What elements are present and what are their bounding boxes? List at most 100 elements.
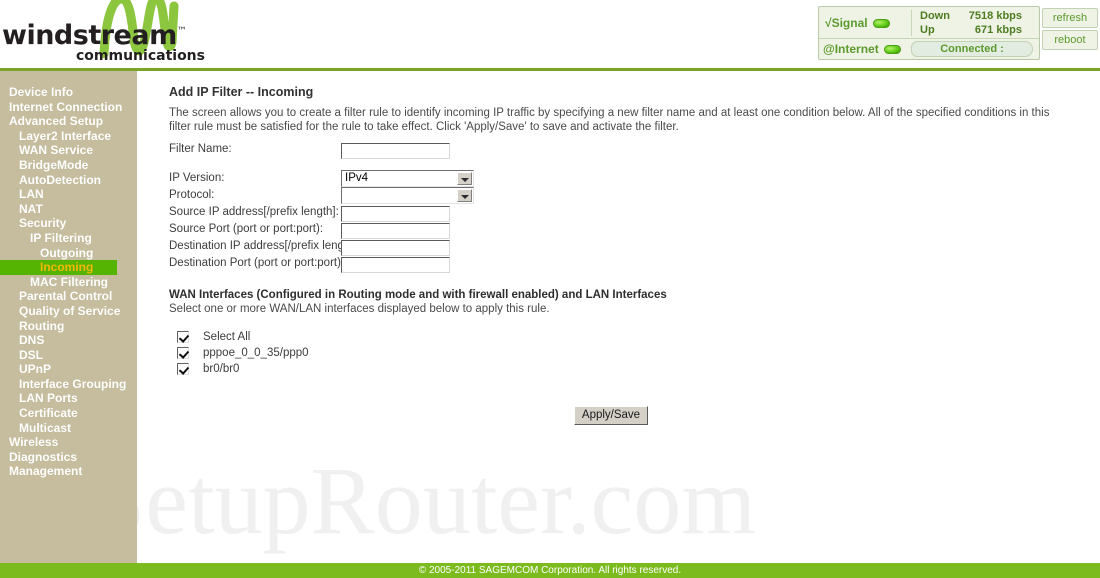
- checkbox-select-all[interactable]: [177, 331, 189, 343]
- sidebar-item-parental-control[interactable]: Parental Control: [0, 289, 137, 304]
- checkbox-pppoe-0-0-35-ppp0[interactable]: [177, 347, 189, 359]
- sidebar-item-bridgemode[interactable]: BridgeMode: [0, 158, 137, 173]
- field-label: Source IP address[/prefix length]:: [169, 206, 339, 218]
- sidebar-item-outgoing[interactable]: Outgoing: [0, 246, 137, 261]
- filter-name-input[interactable]: [341, 143, 450, 159]
- sidebar-item-upnp[interactable]: UPnP: [0, 362, 137, 377]
- field-control: [341, 255, 450, 273]
- reboot-button[interactable]: reboot: [1042, 30, 1098, 50]
- status-top-row: √Signal Down 7518 kbps Up 671 kbps: [819, 7, 1039, 39]
- chevron-down-icon[interactable]: [457, 172, 472, 185]
- sidebar-item-lan[interactable]: LAN: [0, 187, 137, 202]
- field-control: [341, 238, 450, 256]
- page-description: The screen allows you to create a filter…: [169, 107, 1050, 133]
- chevron-down-icon[interactable]: [457, 189, 472, 202]
- sidebar-item-incoming[interactable]: Incoming: [0, 260, 117, 275]
- speed-block: Down 7518 kbps Up 671 kbps: [916, 9, 1026, 39]
- internet-label: @Internet: [823, 42, 879, 56]
- field-label: Source Port (port or port:port):: [169, 223, 324, 235]
- filter-form: Filter Name: IP Version: IPv4 Protocol: Sour…: [169, 141, 589, 273]
- sidebar-item-autodetection[interactable]: AutoDetection: [0, 173, 137, 188]
- interface-label: Select All: [203, 331, 251, 343]
- form-row: Source IP address[/prefix length]:: [169, 204, 589, 222]
- sidebar-item-internet-connection[interactable]: Internet Connection: [0, 100, 137, 115]
- internet-led-icon: [883, 44, 901, 54]
- select-value: IPv4: [345, 172, 369, 184]
- signal-label: √Signal: [825, 16, 868, 30]
- form-row: Destination IP address[/prefix length]:: [169, 238, 589, 256]
- sidebar-item-certificate[interactable]: Certificate: [0, 406, 137, 421]
- form-row: Filter Name:: [169, 141, 589, 159]
- downstream-value: 7518 kbps: [968, 10, 1022, 22]
- sidebar-item-wireless[interactable]: Wireless: [0, 435, 137, 450]
- downstream-row: Down 7518 kbps: [916, 9, 1026, 23]
- destination-port-port-or-port-port-input[interactable]: [341, 257, 450, 273]
- interface-row: br0/br0: [169, 361, 809, 377]
- sidebar-item-lan-ports[interactable]: LAN Ports: [0, 391, 137, 406]
- interface-label: pppoe_0_0_35/ppp0: [203, 347, 309, 359]
- brand-name-text: windstream: [2, 20, 177, 51]
- status-bottom-row: @Internet Connected :: [819, 40, 1039, 59]
- signal-led-icon: [872, 18, 890, 28]
- sidebar-item-diagnostics[interactable]: Diagnostics: [0, 450, 137, 465]
- page-header: windstream™ communications √Signal Down …: [0, 0, 1100, 68]
- sidebar-item-ip-filtering[interactable]: IP Filtering: [0, 231, 137, 246]
- ip-version-select[interactable]: IPv4: [341, 170, 474, 187]
- source-ip-address-prefix-length-input[interactable]: [341, 206, 450, 222]
- status-panel: √Signal Down 7518 kbps Up 671 kbps @Inte…: [818, 6, 1040, 60]
- sidebar-item-routing[interactable]: Routing: [0, 319, 137, 334]
- form-row: Protocol:: [169, 187, 589, 204]
- sidebar-item-mac-filtering[interactable]: MAC Filtering: [0, 275, 137, 290]
- field-label: Destination IP address[/prefix length]:: [169, 240, 360, 252]
- sidebar-item-device-info[interactable]: Device Info: [0, 85, 137, 100]
- brand-tagline: communications: [76, 48, 205, 64]
- page-footer: © 2005-2011 SAGEMCOM Corporation. All ri…: [0, 563, 1100, 578]
- field-label: Destination Port (port or port:port):: [169, 257, 345, 269]
- wan-section-title: WAN Interfaces (Configured in Routing mo…: [169, 289, 667, 301]
- destination-ip-address-prefix-length-input[interactable]: [341, 240, 450, 256]
- protocol-select[interactable]: [341, 187, 474, 204]
- trademark-symbol: ™: [176, 26, 187, 37]
- brand-name: windstream™: [2, 20, 187, 51]
- signal-status: √Signal: [825, 13, 911, 33]
- field-control: [341, 221, 450, 239]
- form-row: Source Port (port or port:port):: [169, 221, 589, 239]
- copyright-text: © 2005-2011 SAGEMCOM Corporation. All ri…: [418, 565, 682, 576]
- sidebar-item-layer2-interface[interactable]: Layer2 Interface: [0, 129, 137, 144]
- sidebar-item-advanced-setup[interactable]: Advanced Setup: [0, 114, 137, 129]
- interface-row: Select All: [169, 329, 809, 345]
- sidebar-item-nat[interactable]: NAT: [0, 202, 137, 217]
- sidebar-item-security[interactable]: Security: [0, 216, 137, 231]
- sidebar-item-dsl[interactable]: DSL: [0, 348, 137, 363]
- router-admin-page: windstream™ communications √Signal Down …: [0, 0, 1100, 578]
- upstream-value: 671 kbps: [974, 24, 1022, 36]
- wan-interfaces-section: WAN Interfaces (Configured in Routing mo…: [169, 289, 809, 377]
- sidebar-item-management[interactable]: Management: [0, 464, 137, 479]
- field-label: Filter Name:: [169, 143, 232, 155]
- upstream-row: Up 671 kbps: [916, 23, 1026, 37]
- field-label: Protocol:: [169, 189, 215, 201]
- sidebar-item-quality-of-service[interactable]: Quality of Service: [0, 304, 137, 319]
- upstream-label: Up: [920, 24, 935, 36]
- form-row: IP Version: IPv4: [169, 170, 589, 187]
- page-title: Add IP Filter -- Incoming: [169, 85, 314, 99]
- internet-status: @Internet: [823, 42, 901, 56]
- field-control: [341, 204, 450, 222]
- checkbox-br0-br0[interactable]: [177, 363, 189, 375]
- brand-logo[interactable]: windstream™ communications: [0, 0, 300, 68]
- apply-save-button[interactable]: Apply/Save: [574, 406, 648, 425]
- interface-row: pppoe_0_0_35/ppp0: [169, 345, 809, 361]
- sidebar-item-interface-grouping[interactable]: Interface Grouping: [0, 377, 137, 392]
- field-control: [341, 187, 474, 204]
- connection-state: Connected :: [911, 41, 1033, 57]
- sidebar-item-dns[interactable]: DNS: [0, 333, 137, 348]
- form-row: Destination Port (port or port:port):: [169, 255, 589, 273]
- sidebar-top-spacer: [0, 71, 137, 85]
- sidebar-item-wan-service[interactable]: WAN Service: [0, 143, 137, 158]
- sidebar-item-multicast[interactable]: Multicast: [0, 421, 137, 436]
- interface-label: br0/br0: [203, 363, 240, 375]
- source-port-port-or-port-port-input[interactable]: [341, 223, 450, 239]
- refresh-button[interactable]: refresh: [1042, 8, 1098, 28]
- downstream-label: Down: [920, 10, 950, 22]
- sidebar-nav: Device Info Internet Connection Advanced S…: [0, 71, 137, 563]
